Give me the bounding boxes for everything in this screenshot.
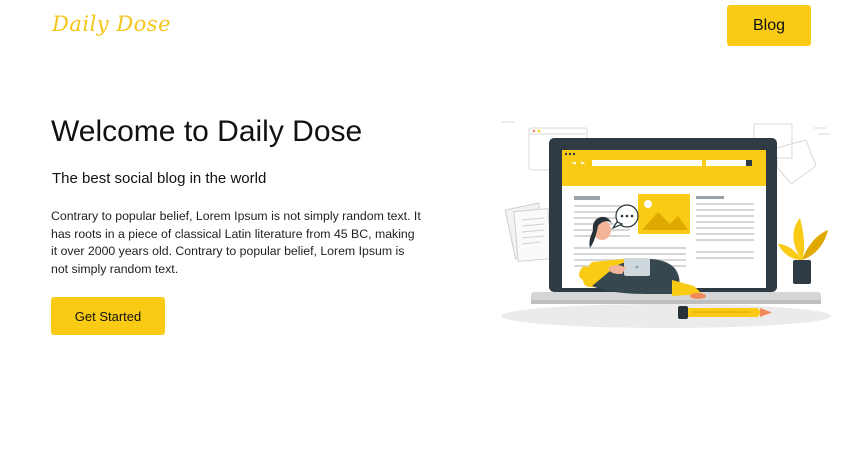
ground-shadow [501,304,831,328]
hero-subtitle: The best social blog in the world [52,170,267,187]
blog-nav-button[interactable]: Blog [727,5,811,46]
paper-stack-icon [504,202,553,262]
hero-title: Welcome to Daily Dose [51,115,363,148]
blogging-illustration [501,121,831,328]
image-placeholder-icon [638,194,690,234]
plant-icon [778,218,828,284]
get-started-button[interactable]: Get Started [51,297,165,335]
site-logo[interactable]: Daily Dose [52,12,171,36]
hero-description: Contrary to popular belief, Lorem Ipsum … [51,209,421,277]
